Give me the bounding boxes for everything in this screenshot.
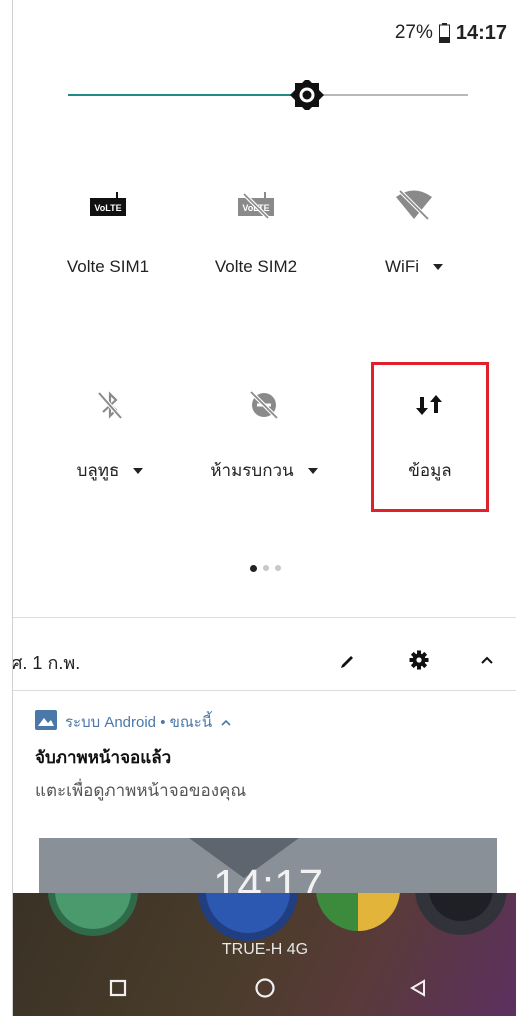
wifi-off-icon: [339, 183, 489, 227]
divider: [13, 617, 516, 618]
pencil-icon[interactable]: [333, 646, 361, 674]
triangle-back-icon[interactable]: [403, 973, 433, 1003]
bluetooth-off-icon: [35, 383, 185, 427]
chevron-up-icon[interactable]: [473, 646, 501, 674]
chevron-up-icon[interactable]: [220, 714, 232, 731]
volte-icon: VoLTE: [33, 183, 183, 227]
divider: [13, 690, 516, 691]
gear-icon[interactable]: [405, 646, 433, 674]
image-icon: [35, 710, 57, 734]
tile-label: Volte SIM1: [66, 257, 150, 276]
notification-header: ระบบ Android • ขณะนี้: [35, 710, 505, 734]
tile-bluetooth[interactable]: บลูทูธ: [35, 383, 185, 484]
notification-time: ขณะนี้: [169, 714, 213, 731]
brightness-slider[interactable]: [68, 78, 468, 112]
tile-label: บลูทูธ: [76, 461, 120, 480]
quick-settings-footer: ศ. 1 ก.พ.: [13, 630, 516, 690]
tile-volte-sim1[interactable]: VoLTE Volte SIM1: [33, 183, 183, 277]
do-not-disturb-off-icon: [189, 383, 339, 427]
tile-label: WiFi: [385, 257, 419, 276]
status-bar: 27% 14:17: [395, 20, 507, 46]
square-icon[interactable]: [103, 973, 133, 1003]
battery-percent: 27%: [394, 22, 433, 43]
svg-text:VoLTE: VoLTE: [94, 203, 121, 213]
page-dot: [274, 565, 281, 571]
navigation-bar: TRUE-H 4G: [13, 893, 516, 1016]
tile-wifi[interactable]: WiFi: [339, 183, 489, 277]
page-indicator: [13, 564, 516, 572]
circle-icon[interactable]: [250, 973, 280, 1003]
battery-icon: [438, 23, 450, 43]
notification-separator: •: [156, 714, 170, 731]
notification-screenshot[interactable]: ระบบ Android • ขณะนี้ จับภาพหน้าจอแล้ว แ…: [35, 710, 505, 804]
page-dot: [249, 564, 257, 572]
date-label: ศ. 1 ก.พ.: [12, 653, 81, 673]
highlight-box: [371, 362, 489, 512]
tile-label: Volte SIM2: [214, 257, 298, 276]
tile-label: ห้ามรบกวน: [210, 461, 294, 480]
tile-volte-sim2[interactable]: VoLTE Volte SIM2: [181, 183, 331, 277]
carrier-label: TRUE-H 4G: [221, 941, 309, 958]
volte-off-icon: VoLTE: [181, 183, 331, 227]
tile-do-not-disturb[interactable]: ห้ามรบกวน: [189, 383, 339, 484]
brightness-icon: [290, 78, 324, 112]
dropdown-caret-icon[interactable]: [432, 264, 443, 270]
notification-app: ระบบ Android: [65, 714, 157, 731]
dropdown-caret-icon[interactable]: [307, 467, 318, 474]
notification-title: จับภาพหน้าจอแล้ว: [35, 748, 172, 767]
screenshot-preview[interactable]: 14:17: [39, 838, 497, 898]
dropdown-caret-icon[interactable]: [133, 467, 144, 474]
notification-text: แตะเพื่อดูภาพหน้าจอของคุณ: [35, 781, 247, 800]
clock: 14:17: [455, 21, 507, 44]
page-dot: [262, 565, 269, 571]
quick-settings-panel: 27% 14:17 VoLTE Volte SIM1 Volte SIM2 Wi…: [12, 0, 516, 1016]
